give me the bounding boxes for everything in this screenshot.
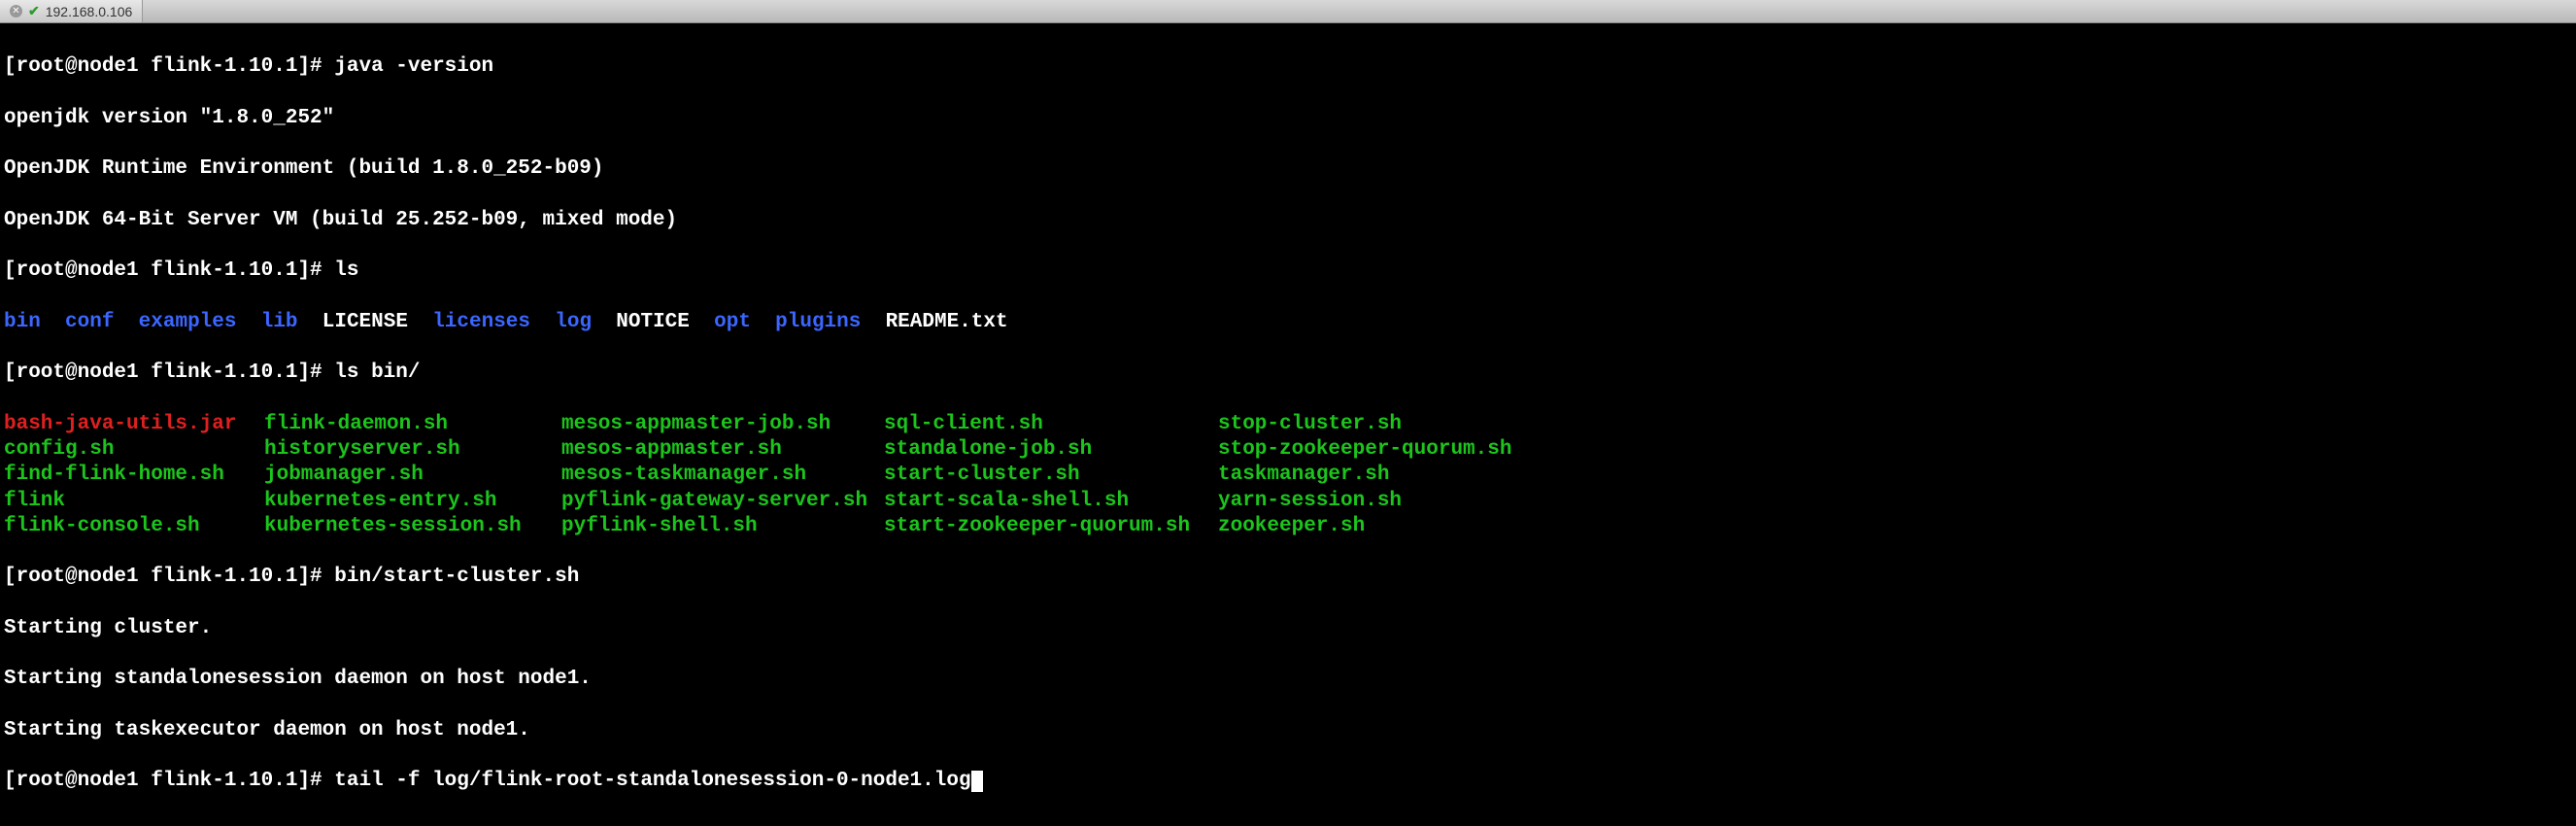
bin-row: flink-console.shkubernetes-session.shpyf… (4, 514, 2572, 539)
file-kubernetes-entry.sh: kubernetes-entry.sh (264, 489, 561, 514)
file-flink-daemon.sh: flink-daemon.sh (264, 412, 561, 437)
command: tail -f log/flink-root-standalonesession… (334, 770, 970, 792)
bin-row: find-flink-home.shjobmanager.shmesos-tas… (4, 463, 2572, 488)
file-conf: conf (65, 311, 114, 333)
terminal-line: [root@node1 flink-1.10.1]# ls (4, 258, 2572, 284)
command: java -version (334, 55, 493, 78)
file-NOTICE: NOTICE (616, 311, 690, 333)
file-bash-java-utils.jar: bash-java-utils.jar (4, 412, 264, 437)
file-flink-console.sh: flink-console.sh (4, 514, 264, 539)
check-icon: ✔ (28, 3, 40, 19)
bin-grid: bash-java-utils.jarflink-daemon.shmesos-… (4, 412, 2572, 539)
terminal-line: OpenJDK 64-Bit Server VM (build 25.252-b… (4, 208, 2572, 233)
file-zookeeper.sh: zookeeper.sh (1218, 514, 1365, 539)
cursor (971, 771, 983, 792)
terminal-line: [root@node1 flink-1.10.1]# ls bin/ (4, 361, 2572, 386)
file-taskmanager.sh: taskmanager.sh (1218, 463, 1389, 488)
terminal-line: Starting taskexecutor daemon on host nod… (4, 718, 2572, 743)
terminal-line: [root@node1 flink-1.10.1]# bin/start-clu… (4, 565, 2572, 590)
tab-bar: ✕ ✔ 192.168.0.106 (0, 0, 2576, 23)
file-standalone-job.sh: standalone-job.sh (884, 437, 1218, 463)
file-README.txt: README.txt (886, 311, 1008, 333)
file-pyflink-shell.sh: pyflink-shell.sh (561, 514, 884, 539)
command: ls (334, 259, 358, 282)
file-config.sh: config.sh (4, 437, 264, 463)
file-log: log (555, 311, 592, 333)
file-pyflink-gateway-server.sh: pyflink-gateway-server.sh (561, 489, 884, 514)
file-examples: examples (139, 311, 237, 333)
command: ls bin/ (334, 361, 420, 384)
file-opt: opt (714, 311, 751, 333)
file-historyserver.sh: historyserver.sh (264, 437, 561, 463)
bin-row: bash-java-utils.jarflink-daemon.shmesos-… (4, 412, 2572, 437)
close-icon[interactable]: ✕ (10, 5, 22, 17)
terminal-output[interactable]: [root@node1 flink-1.10.1]# java -version… (0, 23, 2576, 826)
bin-row: flinkkubernetes-entry.shpyflink-gateway-… (4, 489, 2572, 514)
file-licenses: licenses (432, 311, 530, 333)
prompt: [root@node1 flink-1.10.1]# (4, 55, 334, 78)
prompt: [root@node1 flink-1.10.1]# (4, 361, 334, 384)
terminal-line: Starting standalonesession daemon on hos… (4, 667, 2572, 692)
file-mesos-appmaster.sh: mesos-appmaster.sh (561, 437, 884, 463)
file-kubernetes-session.sh: kubernetes-session.sh (264, 514, 561, 539)
file-find-flink-home.sh: find-flink-home.sh (4, 463, 264, 488)
terminal-line: [root@node1 flink-1.10.1]# tail -f log/f… (4, 769, 2572, 794)
file-start-cluster.sh: start-cluster.sh (884, 463, 1218, 488)
tab-title: 192.168.0.106 (46, 4, 133, 19)
file-mesos-appmaster-job.sh: mesos-appmaster-job.sh (561, 412, 884, 437)
file-plugins: plugins (775, 311, 861, 333)
command: bin/start-cluster.sh (334, 566, 579, 588)
file-stop-cluster.sh: stop-cluster.sh (1218, 412, 1402, 437)
file-mesos-taskmanager.sh: mesos-taskmanager.sh (561, 463, 884, 488)
bin-row: config.shhistoryserver.shmesos-appmaster… (4, 437, 2572, 463)
prompt: [root@node1 flink-1.10.1]# (4, 259, 334, 282)
terminal-tab[interactable]: ✕ ✔ 192.168.0.106 (0, 0, 143, 22)
terminal-line: Starting cluster. (4, 616, 2572, 641)
file-flink: flink (4, 489, 264, 514)
file-sql-client.sh: sql-client.sh (884, 412, 1218, 437)
prompt: [root@node1 flink-1.10.1]# (4, 770, 334, 792)
file-start-zookeeper-quorum.sh: start-zookeeper-quorum.sh (884, 514, 1218, 539)
file-stop-zookeeper-quorum.sh: stop-zookeeper-quorum.sh (1218, 437, 1511, 463)
file-jobmanager.sh: jobmanager.sh (264, 463, 561, 488)
file-LICENSE: LICENSE (322, 311, 408, 333)
terminal-line: OpenJDK Runtime Environment (build 1.8.0… (4, 156, 2572, 182)
file-start-scala-shell.sh: start-scala-shell.sh (884, 489, 1218, 514)
file-bin: bin (4, 311, 41, 333)
file-lib: lib (261, 311, 298, 333)
ls-output-row: bin conf examples lib LICENSE licenses l… (4, 310, 2572, 335)
prompt: [root@node1 flink-1.10.1]# (4, 566, 334, 588)
terminal-line: [root@node1 flink-1.10.1]# java -version (4, 54, 2572, 80)
terminal-line: openjdk version "1.8.0_252" (4, 106, 2572, 131)
file-yarn-session.sh: yarn-session.sh (1218, 489, 1402, 514)
